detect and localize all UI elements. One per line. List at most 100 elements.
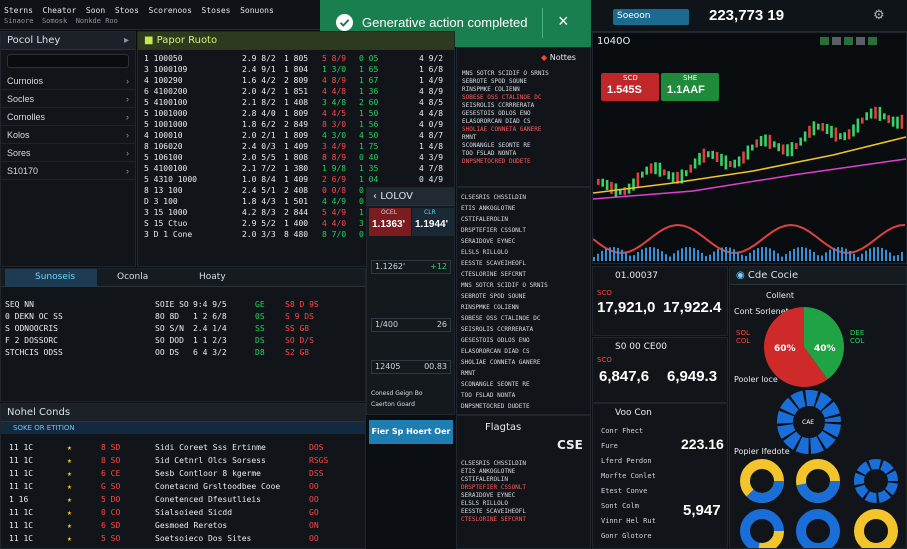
voocon-item[interactable]: Morfte Conlet bbox=[597, 469, 677, 484]
tab-positions[interactable]: Sunoseis bbox=[5, 269, 97, 287]
table-row[interactable]: 11 1C 6 SD Gesmoed Reretos ON ★ bbox=[5, 520, 361, 533]
toolbar-icon[interactable] bbox=[868, 37, 877, 45]
star-icon[interactable]: ★ bbox=[67, 442, 72, 453]
news-item[interactable]: DNPSMETOCRED DUDETE bbox=[462, 158, 587, 166]
table-row[interactable]: 5 4100100 2.1 8/2 1 408 3 4/8 2 60 4 8/5 bbox=[144, 97, 448, 108]
news-item[interactable]: RINSPMKE COLIENN bbox=[462, 86, 587, 94]
tab-history[interactable]: Hoaty bbox=[199, 272, 226, 282]
menu-item[interactable]: Sterns bbox=[4, 6, 33, 15]
news-item[interactable]: DNPSMETOCRED DUDETE bbox=[461, 401, 586, 412]
watchlist-item[interactable]: Socles › bbox=[1, 90, 135, 108]
voocon-item[interactable]: Etest Conve bbox=[597, 484, 677, 499]
tape-subheader[interactable]: SOKE OR ETITION bbox=[1, 422, 365, 434]
news-item[interactable]: TOO FSLAD NONTA bbox=[462, 150, 587, 158]
news-item[interactable]: ELASORORCAN DIAD CS bbox=[461, 346, 586, 357]
table-row[interactable]: SEQ NN SOIE SO 9:4 9/5 GE S8 D 9S bbox=[5, 299, 361, 311]
ticket-qty-field[interactable]: 1.1262' +12 bbox=[371, 260, 451, 274]
table-row[interactable]: 5 4100100 2.1 7/2 1 380 1 9/8 1 35 4 7/8 bbox=[144, 163, 448, 174]
table-row[interactable]: 3 1000109 2.4 9/1 1 804 1 3/0 1 65 1 6/8 bbox=[144, 64, 448, 75]
news-item[interactable]: ETIS ANKOGLOTNE bbox=[461, 468, 586, 476]
news-item[interactable]: TOO FSLAD NONTA bbox=[461, 390, 586, 401]
star-icon[interactable]: ★ bbox=[67, 455, 72, 466]
toolbar-icon[interactable] bbox=[832, 37, 841, 45]
news-item[interactable]: ELSLS RILLOLO bbox=[461, 500, 586, 508]
voocon-item[interactable]: Fure bbox=[597, 439, 677, 454]
news-item[interactable]: RMNT bbox=[462, 134, 587, 142]
table-row[interactable]: 1 16 5 DO Conetenced Dfesutlieis OO ★ bbox=[5, 494, 361, 507]
candlestick-chart[interactable] bbox=[593, 63, 906, 263]
submit-order-button[interactable]: Fier Sp Hoert Oer bbox=[369, 420, 453, 444]
menu-item[interactable]: Sonuons bbox=[240, 6, 274, 15]
tab-orders[interactable]: Oconla bbox=[117, 272, 148, 282]
news-item[interactable]: CLSESRIS CHSSILDIN bbox=[461, 460, 586, 468]
star-icon[interactable]: ★ bbox=[67, 468, 72, 479]
news-item[interactable]: ETIS ANKOGLOTNE bbox=[461, 203, 586, 214]
news-item[interactable]: DRSPTEFIER CSSONLT bbox=[461, 225, 586, 236]
table-row[interactable]: 11 1C G SO Conetacnd Grsltoodbee Cooe OO ★ bbox=[5, 481, 361, 494]
star-icon[interactable]: ★ bbox=[67, 494, 72, 505]
menu-item[interactable]: Soon bbox=[86, 6, 105, 15]
settings-gear-icon[interactable]: ⚙ bbox=[873, 8, 885, 23]
toolbar-icon[interactable] bbox=[820, 37, 829, 45]
star-icon[interactable]: ★ bbox=[67, 507, 72, 518]
news-item[interactable]: MNS SOTCR SCIDIF O SRNIS bbox=[462, 70, 587, 78]
table-row[interactable]: 4 100290 1.6 4/2 2 809 4 8/9 1 67 1 4/9 bbox=[144, 75, 448, 86]
star-icon[interactable]: ★ bbox=[67, 481, 72, 492]
table-row[interactable]: 6 4100200 2.0 4/2 1 851 4 4/8 1 36 4 8/9 bbox=[144, 86, 448, 97]
menu-item[interactable]: Scorenoos bbox=[149, 6, 192, 15]
voocon-item[interactable]: Vinnr Hel Rut bbox=[597, 514, 677, 529]
news-item[interactable]: SCONANGLE SEONTE RE bbox=[462, 142, 587, 150]
table-row[interactable]: 5 106100 2.0 5/5 1 808 8 8/9 0 40 4 3/9 bbox=[144, 152, 448, 163]
news-item[interactable]: SOBESE OSS CTALINOE DC bbox=[462, 94, 587, 102]
table-row[interactable]: S ODNOOCRIS SO S/N 2.4 1/4 SS SS G8 bbox=[5, 323, 361, 335]
news-item[interactable]: RINSPMKE COLIENN bbox=[461, 302, 586, 313]
ticket-ask-button[interactable]: CLR 1.1944' bbox=[412, 208, 454, 236]
table-row[interactable]: 5 4310 1000 1.0 8/4 1 409 2 6/9 1 04 0 4/9 bbox=[144, 174, 448, 185]
menu-item[interactable]: Sinaore bbox=[4, 17, 34, 25]
top-menu-items[interactable]: Sterns Cheator Soon Stoos Scorenoos Stos… bbox=[4, 6, 274, 15]
news-item[interactable]: SEISROLIS CCRRRERATA bbox=[461, 324, 586, 335]
watchlist-item[interactable]: Sores › bbox=[1, 144, 135, 162]
news-item[interactable]: EESSTE SCAVEIHEOFL bbox=[461, 258, 586, 269]
news-item[interactable]: CSTIFALEROLIN bbox=[461, 214, 586, 225]
watchlist-item[interactable]: S10170 › bbox=[1, 162, 135, 180]
table-row[interactable]: 11 1C 8 SO Sid Cetnrl Olcs Sorsess RSGS ★ bbox=[5, 455, 361, 468]
table-row[interactable]: 8 106020 2.4 0/3 1 409 3 4/9 1 75 1 4/8 bbox=[144, 141, 448, 152]
menu-item[interactable]: Cheator bbox=[43, 6, 77, 15]
star-icon[interactable]: ★ bbox=[67, 520, 72, 531]
news-item[interactable]: SEBROTE SPOD SOUNE bbox=[461, 291, 586, 302]
news-item[interactable]: SEBROTE SPOD SOUNE bbox=[462, 78, 587, 86]
menu-item[interactable]: Somosk bbox=[42, 17, 67, 25]
watchlist-item[interactable]: Curnoios › bbox=[1, 72, 135, 90]
voocon-item[interactable]: Gonr Glotore bbox=[597, 529, 677, 544]
table-row[interactable]: STCHCIS ODSS OO DS 6 4 3/2 D8 S2 G8 bbox=[5, 347, 361, 359]
ticket-field-1[interactable]: 1/400 26 bbox=[371, 318, 451, 332]
table-row[interactable]: 4 100010 2.0 2/1 1 809 4 3/0 4 50 4 8/7 bbox=[144, 130, 448, 141]
watchlist-item[interactable]: Kolos › bbox=[1, 126, 135, 144]
ticket-field-2[interactable]: 12405 00.83 bbox=[371, 360, 451, 374]
menu-item[interactable]: Stoses bbox=[202, 6, 231, 15]
ticket-bid-button[interactable]: OCEL 1.1363' bbox=[369, 208, 411, 236]
news-item[interactable]: SHOLIAE CONNETA GANERE bbox=[461, 357, 586, 368]
voocon-item[interactable]: Conr Fhect bbox=[597, 424, 677, 439]
news-item[interactable]: GESESTOIS ODLOS ENO bbox=[462, 110, 587, 118]
table-row[interactable]: 11 1C 5 SO Soetsoieco Dos Sites OO ★ bbox=[5, 533, 361, 546]
news-item[interactable]: DRSPTEFIER CSSONLT bbox=[461, 484, 586, 492]
news-item[interactable]: SOBESE OSS CTALINOE DC bbox=[461, 313, 586, 324]
news-item[interactable]: CTESLORINE SEFCRNT bbox=[461, 269, 586, 280]
toolbar-icon[interactable] bbox=[856, 37, 865, 45]
table-row[interactable]: 0 DEKN OC SS 8O 8D 1 2 6/8 0S S 9 DS bbox=[5, 311, 361, 323]
table-row[interactable]: 1 100050 2.9 8/2 1 805 5 8/9 0 05 4 9/2 bbox=[144, 53, 448, 64]
news-item[interactable]: MNS SOTCR SCIDIF O SRNIS bbox=[461, 280, 586, 291]
chart-symbol[interactable]: 1040O bbox=[597, 36, 630, 47]
star-icon[interactable]: ★ bbox=[67, 533, 72, 544]
news-item[interactable]: SCONANGLE SEONTE RE bbox=[461, 379, 586, 390]
news-item[interactable]: GESESTOIS ODLOS ENO bbox=[461, 335, 586, 346]
table-row[interactable]: 11 1C 6 CE Sesb Contloor 8 kgerme DSS ★ bbox=[5, 468, 361, 481]
close-icon[interactable]: × bbox=[558, 11, 569, 31]
voocon-item[interactable]: Lferd Perdon bbox=[597, 454, 677, 469]
table-row[interactable]: F 2 DOSSORC SO DOD 1 1 2/3 DS SO D/S bbox=[5, 335, 361, 347]
table-row[interactable]: 5 1001000 2.8 4/0 1 809 4 4/5 1 50 4 4/8 bbox=[144, 108, 448, 119]
news-item[interactable]: CLSESRIS CHSSILDIN bbox=[461, 192, 586, 203]
news-item[interactable]: RMNT bbox=[461, 368, 586, 379]
